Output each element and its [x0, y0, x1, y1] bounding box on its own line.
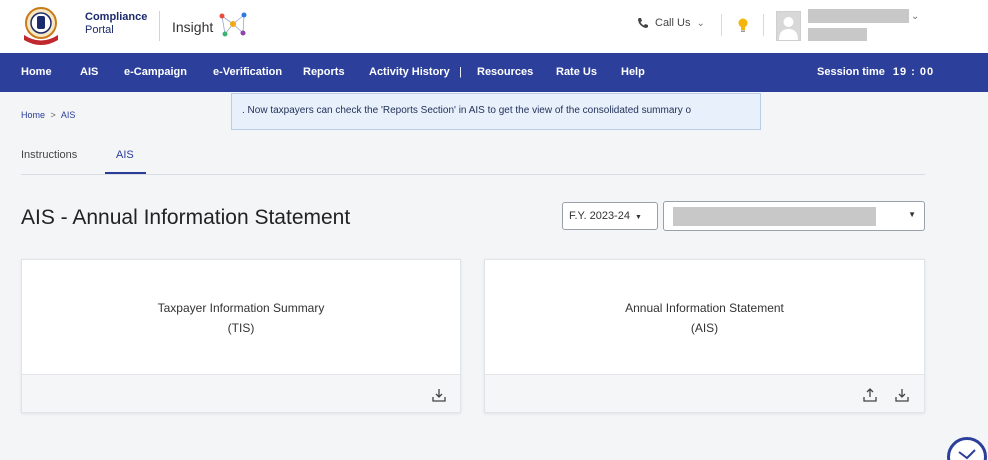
financial-year-value: F.Y. 2023-24 — [569, 210, 630, 222]
call-us-dropdown[interactable]: Call Us ⌄ — [637, 17, 705, 29]
tab-instructions[interactable]: Instructions — [21, 149, 77, 161]
financial-year-select[interactable]: F.Y. 2023-24 ▼ — [562, 202, 658, 230]
department-emblem-logo[interactable] — [20, 6, 62, 46]
upload-icon[interactable] — [862, 387, 878, 403]
call-us-label: Call Us — [655, 17, 691, 29]
brand-line-2: Portal — [85, 24, 114, 36]
breadcrumb-separator: > — [50, 110, 56, 120]
user-id-redacted — [808, 28, 867, 41]
tis-card-title: Taxpayer Information Summary — [157, 301, 325, 315]
tis-card-body: Taxpayer Information Summary (TIS) — [22, 260, 460, 376]
caret-down-icon: ▼ — [908, 210, 916, 219]
insight-network-icon — [216, 10, 250, 40]
bulb-icon[interactable] — [736, 16, 750, 34]
caret-down-icon: ▼ — [635, 214, 642, 221]
session-time: 19 : 00 — [892, 66, 935, 78]
download-icon[interactable] — [431, 387, 447, 403]
chevron-down-icon[interactable]: ⌄ — [911, 11, 919, 22]
page-title: AIS - Annual Information Statement — [21, 206, 351, 229]
ais-card-footer — [485, 374, 924, 412]
breadcrumb-home[interactable]: Home — [21, 110, 45, 120]
main-navigation: Home AIS e-Campaign e-Verification Repor… — [0, 53, 988, 92]
announcement-banner: . Now taxpayers can check the 'Reports S… — [231, 93, 761, 130]
header-divider — [763, 14, 764, 36]
chat-bot-icon[interactable] — [947, 437, 987, 460]
taxpayer-value-redacted — [673, 207, 876, 226]
avatar[interactable] — [776, 11, 801, 41]
tis-card-footer — [22, 374, 460, 412]
brand-divider — [159, 11, 160, 41]
download-icon[interactable] — [894, 387, 910, 403]
session-timer: Session time 19 : 00 — [817, 66, 934, 78]
brand-line-1: Compliance — [85, 11, 148, 23]
nav-activity-history[interactable]: Activity History — [369, 66, 450, 78]
tis-card-subtitle: (TIS) — [227, 321, 255, 335]
ais-card-subtitle: (AIS) — [690, 321, 719, 335]
nav-help[interactable]: Help — [621, 66, 645, 78]
brand-title: Compliance Portal — [85, 11, 147, 37]
nav-rate-us[interactable]: Rate Us — [556, 66, 597, 78]
nav-resources[interactable]: Resources — [477, 66, 533, 78]
nav-e-verification[interactable]: e-Verification — [213, 66, 282, 78]
nav-reports[interactable]: Reports — [303, 66, 345, 78]
taxpayer-select[interactable]: ▼ — [663, 201, 925, 231]
session-label: Session time — [817, 66, 885, 78]
breadcrumb-current: AIS — [60, 110, 76, 120]
breadcrumb: Home > AIS — [21, 110, 75, 120]
insight-label: Insight — [172, 19, 214, 35]
ais-card-title: Annual Information Statement — [625, 301, 784, 315]
top-header: Compliance Portal Insight Call Us ⌄ ⌄ — [0, 0, 988, 53]
page-tabs: Instructions AIS — [21, 148, 925, 175]
active-tab-indicator — [105, 172, 146, 174]
user-name-redacted — [808, 9, 909, 23]
ais-card[interactable]: Annual Information Statement (AIS) — [484, 259, 925, 413]
chevron-down-icon: ⌄ — [696, 17, 705, 29]
ais-card-body: Annual Information Statement (AIS) — [485, 260, 924, 376]
nav-separator: | — [459, 66, 462, 78]
header-divider — [721, 14, 722, 36]
nav-ais[interactable]: AIS — [80, 66, 98, 78]
tab-ais[interactable]: AIS — [116, 149, 134, 161]
tis-card[interactable]: Taxpayer Information Summary (TIS) — [21, 259, 461, 413]
nav-home[interactable]: Home — [21, 66, 52, 78]
phone-icon — [638, 18, 648, 28]
nav-e-campaign[interactable]: e-Campaign — [124, 66, 187, 78]
